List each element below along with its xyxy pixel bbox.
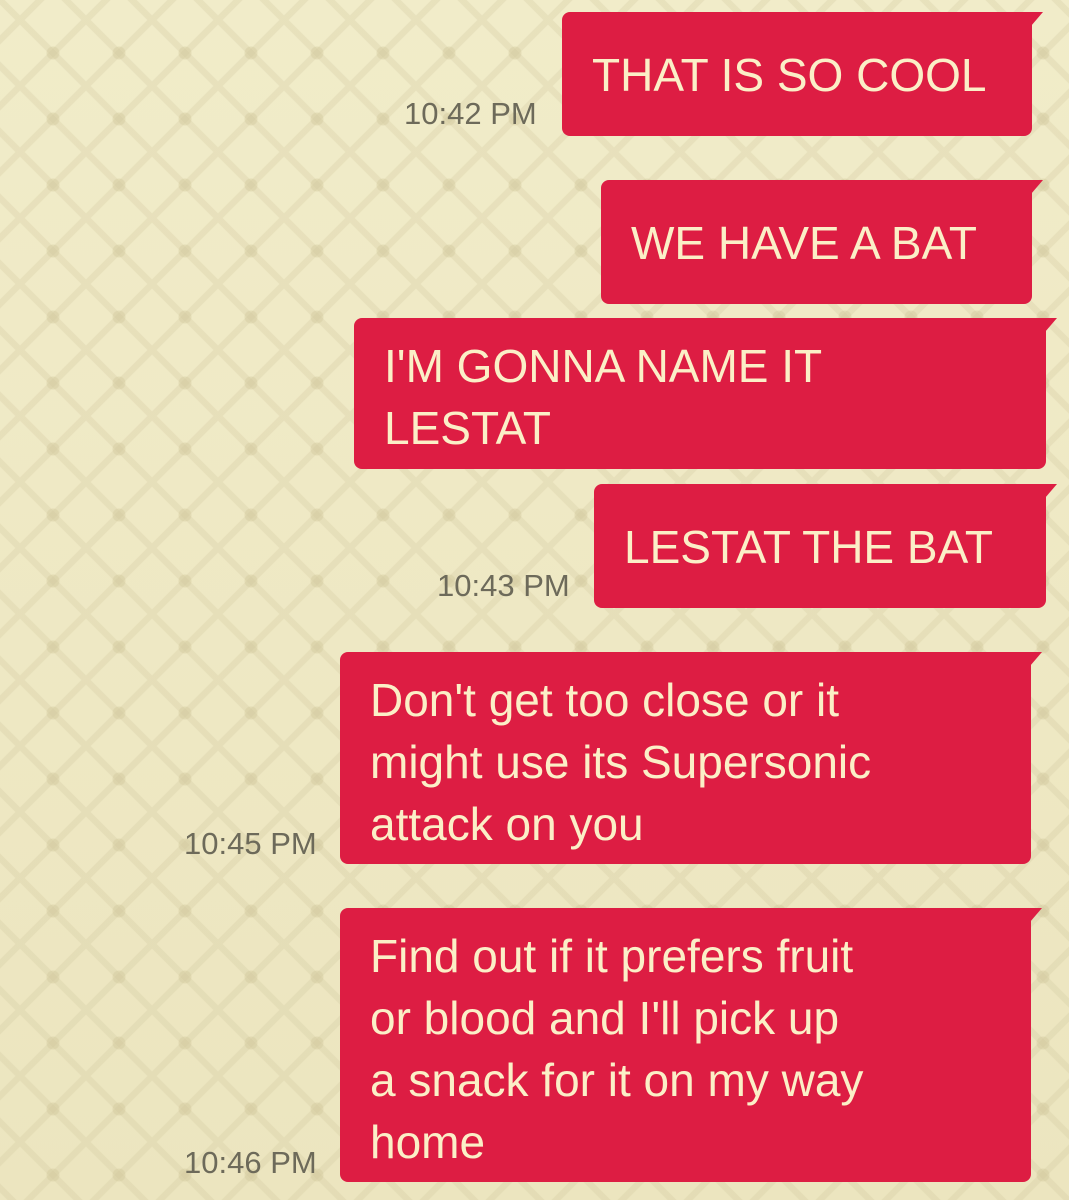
message-timestamp: 10:43 PM [437,568,570,603]
message-timestamp: 10:45 PM [184,826,317,861]
message-bubble[interactable]: THAT IS SO COOL [562,12,1043,136]
message-timestamp: 10:46 PM [184,1145,317,1180]
message-bubble[interactable]: LESTAT THE BAT [594,484,1057,608]
message-bubble[interactable]: Don't get too close or it might use its … [340,652,1042,864]
message-bubble[interactable]: Find out if it prefers fruit or blood an… [340,908,1042,1182]
message-thread[interactable]: 10:42 PM THAT IS SO COOL WE HAVE A BAT I… [0,0,1069,1200]
message-bubble[interactable]: I'M GONNA NAME IT LESTAT [354,318,1057,469]
message-bubble[interactable]: WE HAVE A BAT [601,180,1043,304]
message-timestamp: 10:42 PM [404,96,537,131]
